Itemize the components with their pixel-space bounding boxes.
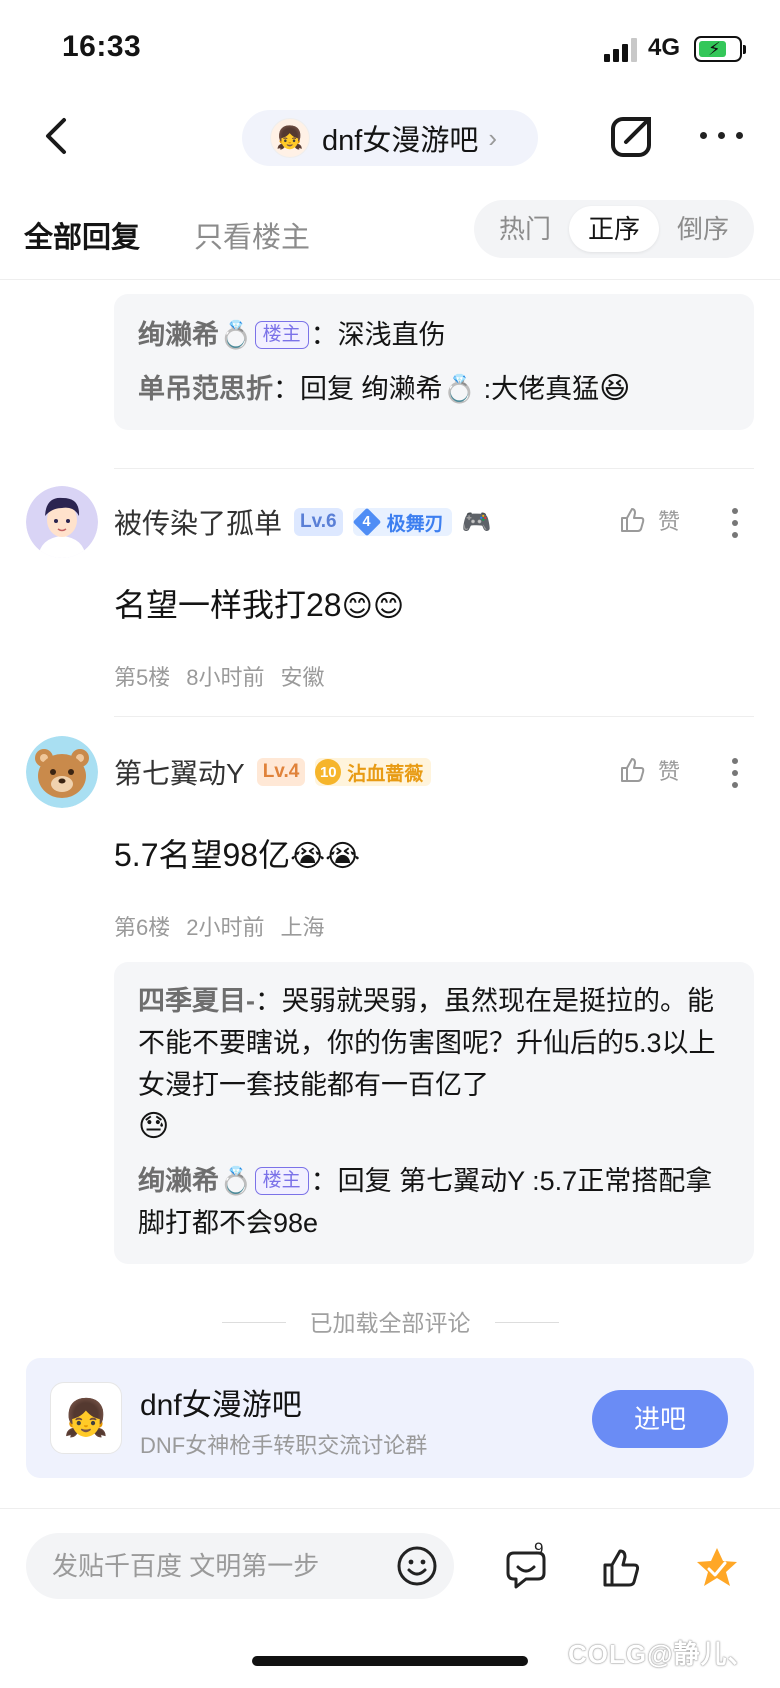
sort-switch: 热门 正序 倒序: [474, 200, 754, 258]
thumbs-up-icon: [621, 758, 645, 782]
subreply-item: 绚濑希💍 楼主 ：深浅直伤: [138, 314, 730, 356]
sort-hot[interactable]: 热门: [480, 206, 570, 252]
post-body: 5.7名望98亿😭😭: [114, 830, 360, 876]
title-label: 极舞刃: [386, 513, 444, 535]
forum-card-desc: DNF女神枪手转职交流讨论群: [140, 1433, 428, 1458]
post-location: 安徽: [280, 665, 325, 690]
more-vertical-icon[interactable]: [732, 508, 740, 538]
thumbs-up-icon[interactable]: [600, 1545, 646, 1591]
diamond-icon: 4: [352, 507, 381, 537]
all-loaded-notice: 已加载全部评论: [0, 1304, 780, 1338]
username[interactable]: 被传染了孤单: [114, 502, 282, 542]
username[interactable]: 第七翼动Y: [114, 752, 245, 792]
like-label: 赞: [658, 759, 681, 784]
compose-box[interactable]: [26, 1533, 454, 1599]
like-label: 赞: [658, 509, 681, 534]
subreply-item: 四季夏目-：哭弱就哭弱，虽然现在是挺拉的。能不能不要瞎说，你的伤害图呢？升仙后的…: [138, 980, 730, 1148]
subreply-box[interactable]: 四季夏目-：哭弱就哭弱，虽然现在是挺拉的。能不能不要瞎说，你的伤害图呢？升仙后的…: [114, 962, 754, 1264]
subreply-text: :大佬真猛: [476, 374, 600, 404]
floor-number: 第5楼: [114, 665, 171, 690]
forum-logo-icon: 👧: [50, 1382, 122, 1454]
game-controller-icon: 🎮: [461, 508, 492, 536]
owner-tag: 楼主: [254, 321, 309, 349]
divider: [114, 468, 754, 469]
ring-icon: 💍: [442, 374, 477, 404]
subreply-box[interactable]: 绚濑希💍 楼主 ：深浅直伤 单吊范思折：回复 绚濑希💍 :大佬真猛😆: [114, 294, 754, 430]
title-number: 10: [319, 763, 337, 781]
enter-forum-button[interactable]: 进吧: [592, 1390, 728, 1448]
all-loaded-text: 已加载全部评论: [309, 1310, 471, 1336]
crying-emoji-icon: 😭: [325, 840, 361, 873]
subreply-user[interactable]: 绚濑希: [138, 1166, 219, 1196]
top-nav: 👧 dnf女漫游吧 ›: [0, 96, 780, 186]
back-icon[interactable]: [34, 112, 82, 160]
user-avatar[interactable]: [26, 486, 98, 558]
comment-count: 9: [534, 1539, 544, 1558]
title-badge: 10 沾血蔷薇: [315, 758, 432, 786]
post-username-row: 被传染了孤单 Lv.6 4 极舞刃 🎮: [114, 502, 492, 542]
title-number: 4: [362, 513, 371, 530]
divider: [114, 716, 754, 717]
subreply-text: ：深浅直伤: [310, 320, 446, 350]
grin-emoji-icon: 😆: [599, 372, 631, 405]
level-badge: Lv.6: [294, 508, 343, 536]
post-floor-5: 被传染了孤单 Lv.6 4 极舞刃 🎮 赞 名望一样我打28😊😊 第5楼 8小时前…: [0, 486, 780, 696]
subreply-text: ：回复 绚濑希: [273, 374, 443, 404]
tab-all-replies[interactable]: 全部回复: [24, 214, 140, 256]
chevron-right-icon: ›: [488, 122, 497, 153]
post-text: 5.7名望98亿: [114, 837, 291, 873]
home-indicator[interactable]: [252, 1656, 528, 1666]
owner-tag: 楼主: [254, 1167, 309, 1195]
battery-icon: ⚡: [694, 36, 746, 62]
sort-descending[interactable]: 倒序: [658, 206, 748, 252]
title-label: 沾血蔷薇: [347, 763, 424, 785]
ring-icon: 💍: [219, 1166, 253, 1196]
subreply-user[interactable]: 绚濑希: [138, 320, 219, 350]
post-location: 上海: [280, 915, 325, 940]
emoji-icon[interactable]: [396, 1545, 438, 1587]
signal-icon: [604, 38, 638, 62]
more-vertical-icon[interactable]: [732, 758, 740, 788]
user-avatar[interactable]: [26, 736, 98, 808]
smile-emoji-icon: 😊: [372, 590, 405, 623]
subreply-item: 绚濑希💍 楼主 ：回复 第七翼动Y :5.7正常搭配拿脚打都不会98e: [138, 1160, 730, 1244]
ring-icon: 💍: [219, 320, 253, 350]
post-time: 8小时前: [186, 665, 265, 690]
forum-card[interactable]: 👧 dnf女漫游吧 DNF女神枪手转职交流讨论群 进吧: [26, 1358, 754, 1478]
subreply-item: 单吊范思折：回复 绚濑希💍 :大佬真猛😆: [138, 368, 730, 410]
subreply-user[interactable]: 单吊范思折: [138, 374, 273, 404]
forum-card-name: dnf女漫游吧: [140, 1389, 302, 1422]
status-bar: 16:33 4G ⚡: [0, 0, 780, 96]
star-favorite-icon[interactable]: [694, 1545, 740, 1591]
floor-number: 第6楼: [114, 915, 171, 940]
subreply-user[interactable]: 四季夏目-: [138, 986, 255, 1016]
post-meta: 第5楼 8小时前 安徽: [114, 660, 341, 692]
more-options-icon[interactable]: [700, 132, 744, 142]
post-text: 名望一样我打28: [114, 587, 342, 623]
post-username-row: 第七翼动Y Lv.4 10 沾血蔷薇: [114, 752, 432, 792]
sort-ascending[interactable]: 正序: [569, 206, 659, 252]
forum-name: dnf女漫游吧: [322, 125, 479, 157]
forum-avatar-icon: 👧: [270, 118, 310, 158]
tab-owner-only[interactable]: 只看楼主: [194, 214, 310, 256]
like-button[interactable]: 赞: [618, 754, 680, 786]
watermark: COLG@静儿、: [568, 1639, 755, 1669]
post-meta: 第6楼 2小时前 上海: [114, 910, 341, 942]
share-icon[interactable]: [608, 112, 656, 160]
thumbs-up-icon: [621, 508, 645, 532]
smile-emoji-icon: 😊: [341, 590, 373, 623]
network-type: 4G: [648, 34, 681, 61]
like-button[interactable]: 赞: [618, 504, 680, 536]
medal-icon: 10: [315, 759, 342, 785]
level-badge: Lv.4: [256, 758, 306, 786]
status-time: 16:33: [62, 30, 142, 63]
forum-pill[interactable]: 👧 dnf女漫游吧 ›: [242, 110, 538, 166]
reply-tabs: 全部回复 只看楼主 热门 正序 倒序: [0, 196, 780, 280]
sweat-emoji-icon: 😓: [138, 1110, 170, 1143]
post-body: 名望一样我打28😊😊: [114, 580, 404, 626]
post-time: 2小时前: [186, 915, 265, 940]
crying-emoji-icon: 😭: [290, 840, 326, 873]
reply-input[interactable]: [52, 1533, 372, 1599]
title-badge: 4 极舞刃: [352, 507, 452, 537]
